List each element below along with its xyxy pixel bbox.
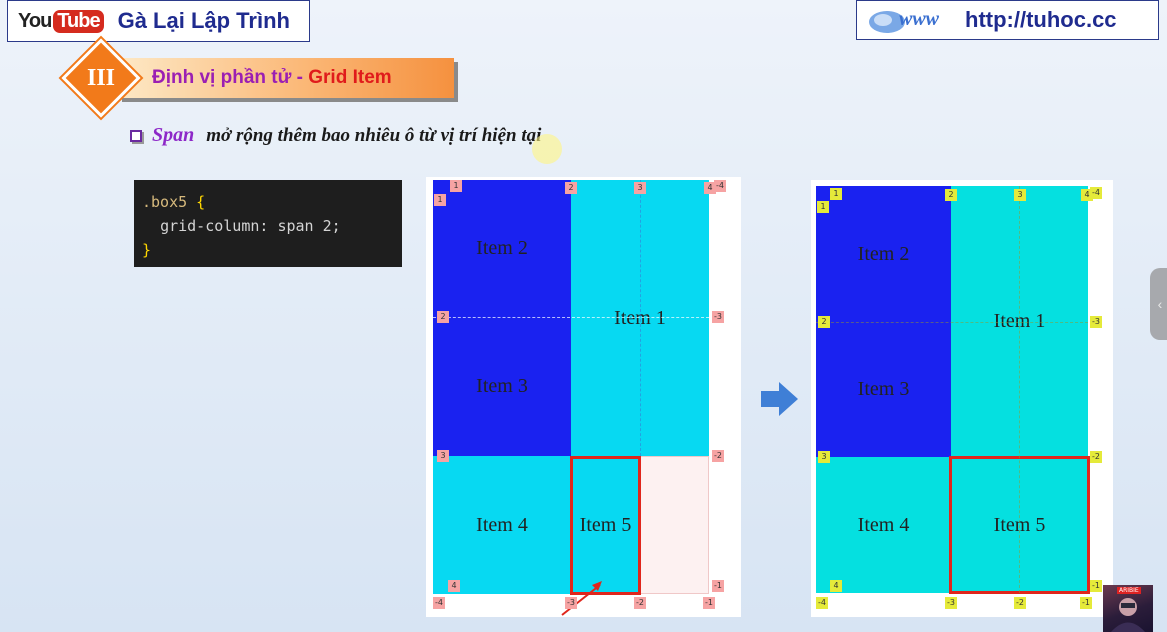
code-line-2: grid-column: span 2; — [142, 214, 394, 238]
section-number: III — [86, 64, 116, 91]
grid-item-3: Item 3 — [816, 322, 951, 457]
youtube-logo: You Tube — [18, 6, 104, 36]
line-tag: 4 — [830, 580, 842, 592]
section-title-part1: Định vị phần tử - — [152, 67, 309, 88]
line-tag: -4 — [433, 597, 445, 609]
line-tag: 3 — [818, 451, 830, 463]
side-panel-toggle[interactable]: ‹ — [1150, 268, 1167, 340]
bullet-keyword: Span — [152, 124, 195, 146]
item-5-highlight-box — [570, 456, 641, 595]
line-tag: 4 — [448, 580, 460, 592]
channel-name: Gà Lại Lập Trình — [117, 8, 290, 33]
line-tag: 1 — [830, 188, 842, 200]
www-globe-icon: www — [863, 5, 959, 35]
pointer-arrow-icon — [561, 581, 602, 616]
channel-brand: You Tube Gà Lại Lập Trình — [7, 0, 310, 42]
bullet-point: Span mở rộng thêm bao nhiêu ô từ vị trí … — [130, 124, 541, 147]
line-tag: -3 — [1090, 316, 1102, 328]
grid-after-panel: Item 2 Item 1 Item 3 Item 4 Item 5 1 2 3… — [811, 180, 1113, 617]
code-selector: .box5 — [142, 193, 188, 211]
code-value: : span 2; — [259, 217, 341, 235]
grid-line-column — [1019, 186, 1020, 593]
line-tag: 1 — [450, 180, 462, 192]
line-tag: -4 — [1090, 187, 1102, 199]
square-bullet-icon — [130, 129, 142, 142]
chevron-left-icon: ‹ — [1157, 296, 1163, 312]
line-tag: 2 — [818, 316, 830, 328]
code-line-1: .box5 { — [142, 190, 394, 214]
code-open-brace: { — [187, 193, 206, 211]
line-tag: 1 — [434, 194, 446, 206]
avatar-badge: ARIBIE — [1117, 587, 1141, 594]
grid-before-panel: Item 2 Item 1 Item 3 Item 4 Item 5 1 2 3… — [426, 177, 741, 617]
code-property: grid-column — [160, 217, 260, 235]
section-title: Định vị phần tử - Grid Item — [152, 67, 392, 89]
line-tag: -4 — [816, 597, 828, 609]
line-tag: -1 — [1080, 597, 1092, 609]
line-tag: 2 — [945, 189, 957, 201]
line-tag: -1 — [703, 597, 715, 609]
line-tag: 3 — [634, 182, 646, 194]
line-tag: -1 — [712, 580, 724, 592]
empty-grid-cell — [640, 456, 709, 594]
line-tag: 2 — [565, 182, 577, 194]
section-title-banner: Định vị phần tử - Grid Item — [118, 58, 454, 98]
grid-item-4: Item 4 — [816, 457, 951, 593]
line-tag: 2 — [437, 311, 449, 323]
line-tag: -3 — [565, 597, 577, 609]
bullet-description: mở rộng thêm bao nhiêu ô từ vị trí hiện … — [206, 124, 542, 146]
grid-item-3: Item 3 — [433, 317, 571, 456]
grid-item-4: Item 4 — [433, 456, 571, 594]
code-close-brace: } — [142, 241, 152, 259]
grid-item-2: Item 2 — [816, 186, 951, 322]
grid-item-2: Item 2 — [433, 180, 571, 317]
code-line-3: } — [142, 238, 394, 262]
section-title-part2: Grid Item — [308, 67, 392, 88]
line-tag: -2 — [1090, 451, 1102, 463]
mouse-cursor-highlight — [532, 134, 562, 164]
www-logo-text: www — [899, 8, 940, 30]
css-code-snippet: .box5 { grid-column: span 2; } — [134, 180, 402, 267]
line-tag: -4 — [714, 180, 726, 192]
grid-line-row — [816, 322, 1088, 323]
line-tag: 1 — [817, 201, 829, 213]
youtube-logo-you: You — [18, 9, 52, 32]
line-tag: -1 — [1090, 580, 1102, 592]
line-tag: 3 — [1014, 189, 1026, 201]
youtube-logo-tube: Tube — [53, 9, 104, 33]
line-tag: -2 — [712, 450, 724, 462]
site-url: http://tuhoc.cc — [965, 7, 1117, 32]
grid-line-column — [640, 180, 641, 456]
line-tag: -3 — [945, 597, 957, 609]
grid-line-row — [433, 317, 709, 318]
line-tag: 3 — [437, 450, 449, 462]
line-tag: -3 — [712, 311, 724, 323]
arrow-right-icon — [761, 382, 798, 416]
line-tag: -2 — [634, 597, 646, 609]
presenter-avatar: ARIBIE — [1103, 585, 1153, 632]
website-brand: www http://tuhoc.cc — [856, 0, 1159, 40]
line-tag: -2 — [1014, 597, 1026, 609]
